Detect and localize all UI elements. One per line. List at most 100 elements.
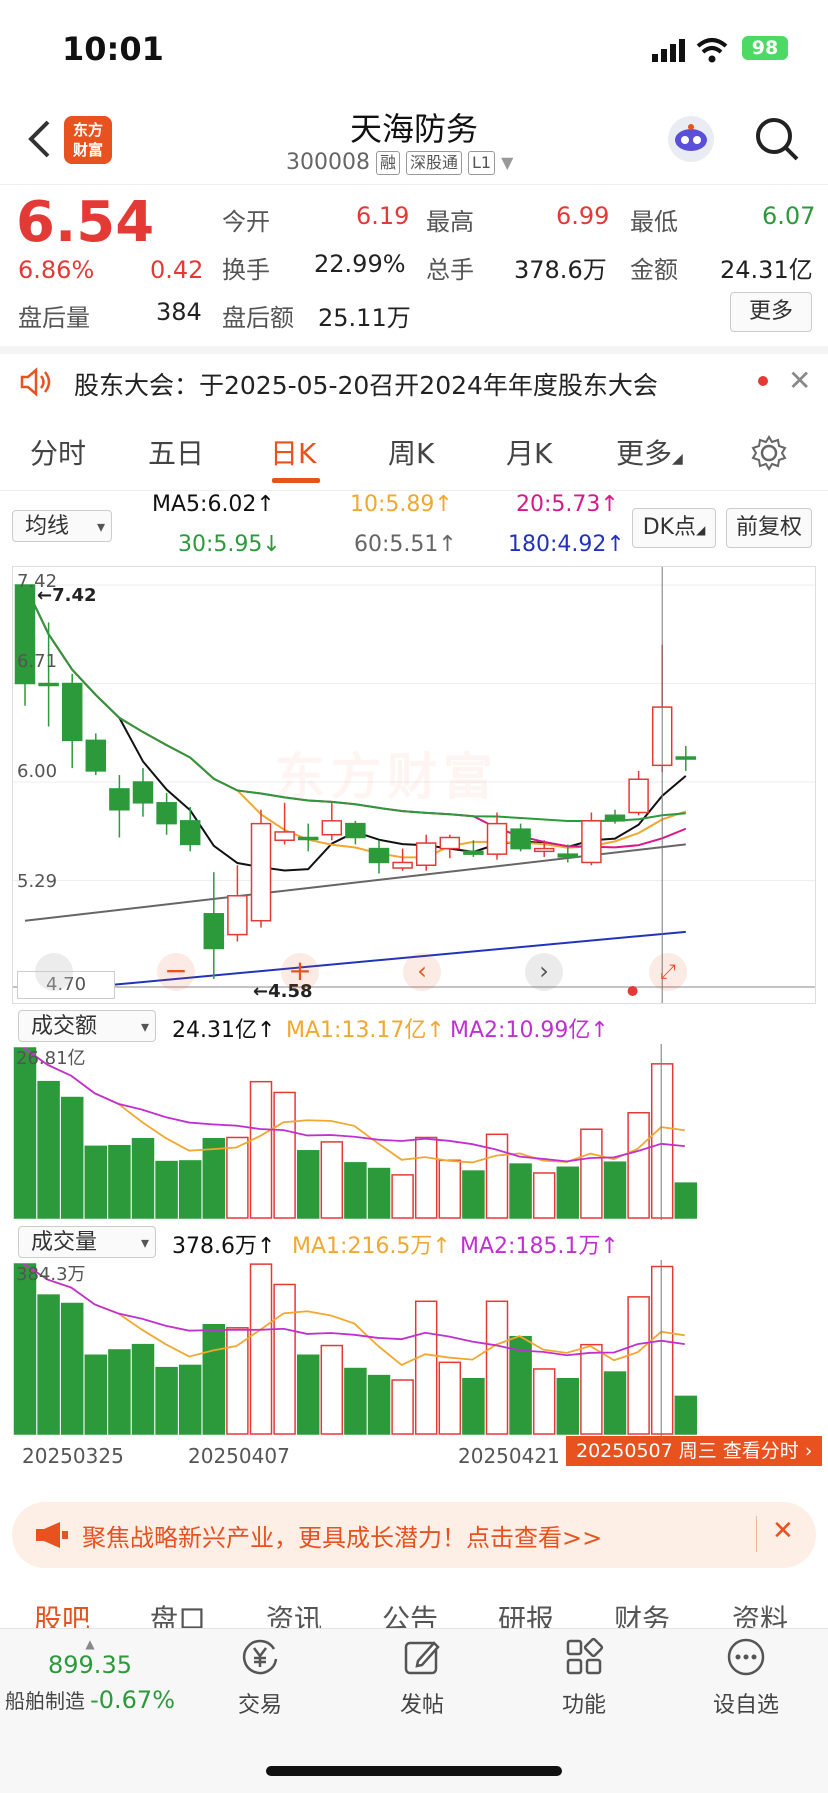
tab-monthly-k[interactable]: 月K <box>506 432 552 472</box>
pan-left-icon[interactable]: ‹ <box>403 953 441 991</box>
volume-bar <box>603 1371 627 1435</box>
kline-chart[interactable]: 7.42 6.71 6.00 5.29 4.70 ←7.42 ←4.58 东方财… <box>12 566 816 1004</box>
high-value: 6.99 <box>556 202 610 230</box>
volume-bar <box>202 1323 226 1435</box>
notice-bar[interactable]: 股东大会：于2025-05-20召开2024年年度股东大会 ✕ <box>0 354 828 410</box>
robot-assistant-icon[interactable] <box>668 116 714 162</box>
subtab-news[interactable]: 资讯 <box>266 1598 322 1630</box>
expand-icon[interactable]: ⤢ <box>649 953 687 991</box>
amount-bar <box>155 1160 178 1219</box>
candle-body <box>533 847 555 853</box>
nav-add-favorite[interactable]: 设自选 <box>696 1637 796 1719</box>
sector-index[interactable]: ▲ 899.35 船舶制造 -0.67% <box>0 1637 180 1714</box>
y-label-4: 5.29 <box>17 871 58 892</box>
zoom-out-icon[interactable]: − <box>157 953 195 991</box>
candle-body <box>250 822 272 922</box>
amount-bar <box>37 1080 60 1219</box>
volume-ma2: MA2:185.1万↑ <box>460 1234 619 1259</box>
ma20-value: 20:5.73↑ <box>516 492 619 517</box>
y-label-3: 6.00 <box>17 761 58 782</box>
volume-chart[interactable]: 384.3万 <box>12 1260 816 1436</box>
amount-bar <box>367 1167 391 1219</box>
notice-text: 股东大会：于2025-05-20召开2024年年度股东大会 <box>74 371 658 400</box>
amount-bar <box>627 1111 650 1219</box>
candle-body <box>85 739 107 772</box>
tab-five-day[interactable]: 五日 <box>148 432 204 472</box>
nav-function[interactable]: 功能 <box>534 1637 634 1719</box>
tab-more[interactable]: 更多◢ <box>616 432 683 472</box>
home-indicator <box>266 1766 562 1776</box>
indicator-select[interactable]: 均线 <box>12 510 112 543</box>
close-icon[interactable]: ✕ <box>788 364 811 397</box>
promo-banner[interactable]: 聚焦战略新兴产业，更具成长潜力！点击查看>> ✕ <box>12 1502 816 1568</box>
period-tabs: 分时 五日 日K 周K 月K 更多◢ <box>0 418 828 491</box>
speaker-icon <box>20 367 51 397</box>
search-icon[interactable] <box>754 116 800 162</box>
amount-bar <box>532 1172 556 1219</box>
candle-body <box>415 842 437 866</box>
candle-body <box>109 788 130 811</box>
nav-add-favorite-label: 设自选 <box>712 1693 779 1718</box>
subtab-finance[interactable]: 财务 <box>614 1598 670 1630</box>
dk-point-button[interactable]: DK点◢ <box>632 508 716 548</box>
amount-bar <box>84 1145 108 1219</box>
subtab-profile[interactable]: 资料 <box>732 1598 788 1630</box>
volume-bar <box>674 1395 698 1435</box>
tab-daily-k[interactable]: 日K <box>270 432 316 472</box>
volume-plot <box>13 1260 698 1436</box>
subtab-pankou[interactable]: 盘口 <box>150 1598 206 1630</box>
volume-bar <box>60 1302 84 1435</box>
volume-bar <box>108 1349 131 1435</box>
amount-indicator-select[interactable]: 成交额 <box>18 1010 156 1043</box>
amount-bar <box>509 1163 532 1219</box>
zoom-in-icon[interactable]: + <box>281 953 319 991</box>
function-grid-icon <box>566 1637 604 1675</box>
after-amount-value: 25.11万 <box>318 304 411 332</box>
amount-bar <box>178 1160 202 1219</box>
amount-bar <box>249 1080 273 1219</box>
tag-level: L1 <box>468 150 496 175</box>
volume-bar <box>462 1377 485 1435</box>
ma180-value: 180:4.92↑ <box>508 532 625 557</box>
amount-ma2: MA2:10.99亿↑ <box>450 1018 609 1043</box>
active-tab-underline <box>272 478 320 483</box>
edit-post-icon <box>404 1641 440 1675</box>
nav-post-label: 发帖 <box>399 1693 444 1718</box>
volume-bar <box>627 1296 650 1435</box>
fullscreen-toggle-icon[interactable] <box>35 953 73 991</box>
nav-post[interactable]: 发帖 <box>372 1637 472 1719</box>
candle-body <box>368 847 390 864</box>
change-percent: 6.86% <box>18 256 95 284</box>
more-quote-button[interactable]: 更多 <box>730 292 812 332</box>
high-label: 最高 <box>426 208 474 236</box>
volume-bar <box>226 1327 249 1435</box>
subtab-announce[interactable]: 公告 <box>382 1598 438 1630</box>
subtab-research[interactable]: 研报 <box>498 1598 554 1630</box>
tab-minute[interactable]: 分时 <box>30 432 86 472</box>
candle-body <box>486 822 508 855</box>
volume-indicator-select[interactable]: 成交量 <box>18 1226 156 1259</box>
current-price: 6.54 <box>16 190 155 255</box>
amount-bar <box>556 1166 580 1219</box>
volume-bar <box>485 1300 509 1435</box>
amount-bar <box>226 1136 249 1219</box>
ma30-value: 30:5.95↓ <box>178 532 281 557</box>
tab-weekly-k[interactable]: 周K <box>388 432 434 472</box>
amount-bar <box>13 1047 37 1219</box>
pan-right-icon[interactable]: › <box>525 953 563 991</box>
nav-trade[interactable]: 交易 <box>210 1637 310 1719</box>
volume-bar <box>37 1294 60 1435</box>
view-minute-badge[interactable]: 20250507 周三 查看分时 › <box>566 1436 822 1466</box>
settings-gear-icon[interactable] <box>750 434 788 472</box>
volume-current: 378.6万↑ <box>172 1234 276 1259</box>
current-marker-dot <box>627 986 638 996</box>
stock-code: 300008 <box>286 150 370 175</box>
subtab-guba[interactable]: 股吧 <box>34 1598 90 1630</box>
nav-trade-label: 交易 <box>237 1693 282 1718</box>
adjust-price-button[interactable]: 前复权 <box>726 508 812 548</box>
amount-chart[interactable]: 26.81亿 <box>12 1044 816 1220</box>
stock-code-row[interactable]: 300008 融 深股通 L1 ▼ <box>286 150 513 175</box>
candle-body <box>321 820 343 836</box>
banner-close-icon[interactable]: ✕ <box>772 1516 794 1546</box>
volume-ma2-line <box>23 1263 685 1357</box>
